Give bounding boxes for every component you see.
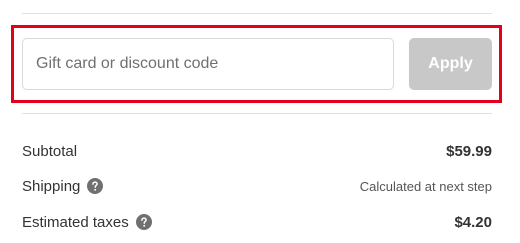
shipping-value: Calculated at next step (359, 178, 492, 194)
question-circle-icon[interactable] (135, 214, 152, 230)
discount-code-input[interactable] (22, 38, 394, 90)
order-summary-panel: Apply Subtotal $59.99 Shipping Calculate… (0, 0, 520, 243)
subtotal-value: $59.99 (446, 142, 492, 160)
subtotal-label: Subtotal (22, 142, 78, 160)
taxes-value: $4.20 (454, 213, 492, 231)
shipping-label: Shipping (22, 177, 81, 195)
taxes-label-group: Estimated taxes (22, 214, 152, 231)
taxes-label: Estimated taxes (22, 213, 129, 231)
summary-divider (22, 113, 492, 114)
shipping-label-group: Shipping (22, 177, 104, 195)
shipping-row: Shipping Calculated at next step (22, 174, 492, 198)
subtotal-row: Subtotal $59.99 (22, 139, 492, 163)
apply-button[interactable]: Apply (409, 38, 492, 90)
taxes-row: Estimated taxes $4.20 (22, 210, 492, 234)
top-divider (22, 13, 492, 14)
question-circle-icon[interactable] (87, 178, 104, 194)
